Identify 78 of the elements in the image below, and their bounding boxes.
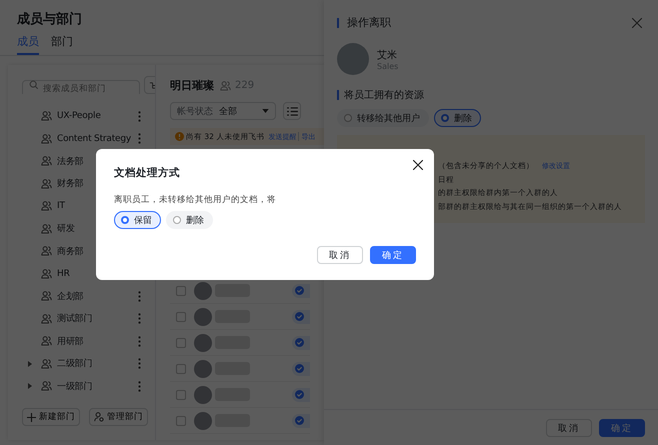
tab[interactable]: 部门 (51, 34, 73, 55)
radio-option[interactable]: 保留 (114, 211, 161, 229)
dialog-button[interactable]: 确定 (370, 246, 416, 264)
people-icon (220, 80, 231, 90)
avatar-placeholder (194, 282, 212, 300)
caret-icon[interactable] (28, 360, 32, 367)
check-icon (295, 338, 304, 347)
avatar-placeholder (337, 43, 369, 75)
dialog-button[interactable]: 取消 (317, 246, 363, 264)
department-item[interactable]: 企划部 (8, 285, 155, 308)
row-checkbox[interactable] (176, 364, 186, 374)
check-icon (295, 390, 304, 399)
department-item[interactable]: Content Strategy (8, 128, 155, 150)
dialog-message: 离职员工，未转移给其他用户的文档，将 (114, 194, 277, 206)
dialog-title: 文档处理方式 (114, 166, 181, 180)
caret-icon (262, 109, 269, 113)
tree-icon (148, 80, 155, 90)
drawer-title: 操作离职 (347, 15, 391, 30)
department-item[interactable]: 用研部 (8, 330, 155, 352)
department-item[interactable]: 二级部门 (8, 352, 155, 375)
people-icon (41, 178, 52, 189)
radio-option[interactable]: 删除 (434, 109, 481, 127)
row-checkbox[interactable] (176, 312, 186, 322)
avatar-placeholder (194, 386, 212, 404)
close-icon[interactable] (413, 160, 423, 170)
check-icon (295, 286, 304, 295)
department-item[interactable]: 一级部门 (8, 375, 155, 398)
avatar-placeholder (194, 360, 212, 378)
department-button[interactable]: 新建部门 (22, 408, 80, 426)
more-icon[interactable] (138, 358, 141, 370)
tab[interactable]: 成员 (17, 34, 39, 55)
more-icon[interactable] (138, 133, 141, 144)
more-icon[interactable] (138, 380, 141, 392)
row-checkbox[interactable] (176, 286, 186, 296)
people-icon (41, 291, 52, 302)
people-icon (41, 224, 52, 234)
group-title: 明日璀璨 (170, 78, 214, 93)
department-item[interactable]: 测试部门 (8, 308, 155, 330)
list-view-button[interactable] (283, 102, 301, 120)
radio-option[interactable]: 转移给其他用户 (337, 109, 429, 127)
people-icon (41, 336, 52, 346)
department-item[interactable]: UX-People (8, 105, 155, 128)
caret-icon[interactable] (28, 383, 32, 390)
department-button[interactable]: 管理部门 (89, 408, 148, 426)
people-icon (41, 314, 52, 324)
more-icon[interactable] (138, 313, 141, 324)
warning-icon (175, 132, 184, 141)
avatar-placeholder (194, 308, 212, 326)
row-checkbox[interactable] (176, 390, 186, 400)
check-icon (295, 312, 304, 321)
employee-name: 艾米 (377, 48, 398, 62)
row-checkbox[interactable] (176, 416, 186, 426)
check-icon (295, 416, 304, 425)
avatar-placeholder (194, 412, 212, 430)
search-icon (29, 80, 39, 90)
check-icon (295, 364, 304, 373)
person-gear-icon (94, 412, 104, 422)
people-icon (41, 358, 52, 369)
page-title: 成员与部门 (16, 10, 83, 28)
people-icon (41, 381, 52, 392)
more-icon[interactable] (138, 290, 141, 302)
people-icon (41, 156, 52, 166)
people-icon (41, 268, 52, 279)
more-icon[interactable] (138, 110, 141, 122)
radio-option[interactable]: 删除 (166, 211, 213, 229)
drawer-button[interactable]: 确定 (599, 419, 645, 437)
plus-icon (27, 412, 36, 422)
avatar-placeholder (194, 334, 212, 352)
people-icon (41, 111, 52, 122)
list-icon (286, 106, 298, 116)
people-icon (41, 134, 52, 144)
account-status-select[interactable]: 帐号状态 全部 (170, 102, 276, 120)
row-checkbox[interactable] (176, 338, 186, 348)
people-icon (41, 201, 52, 212)
more-icon[interactable] (138, 336, 141, 347)
people-icon (41, 246, 52, 256)
drawer-button[interactable]: 取消 (546, 419, 592, 437)
section-title: 将员工拥有的资源 (344, 89, 424, 102)
